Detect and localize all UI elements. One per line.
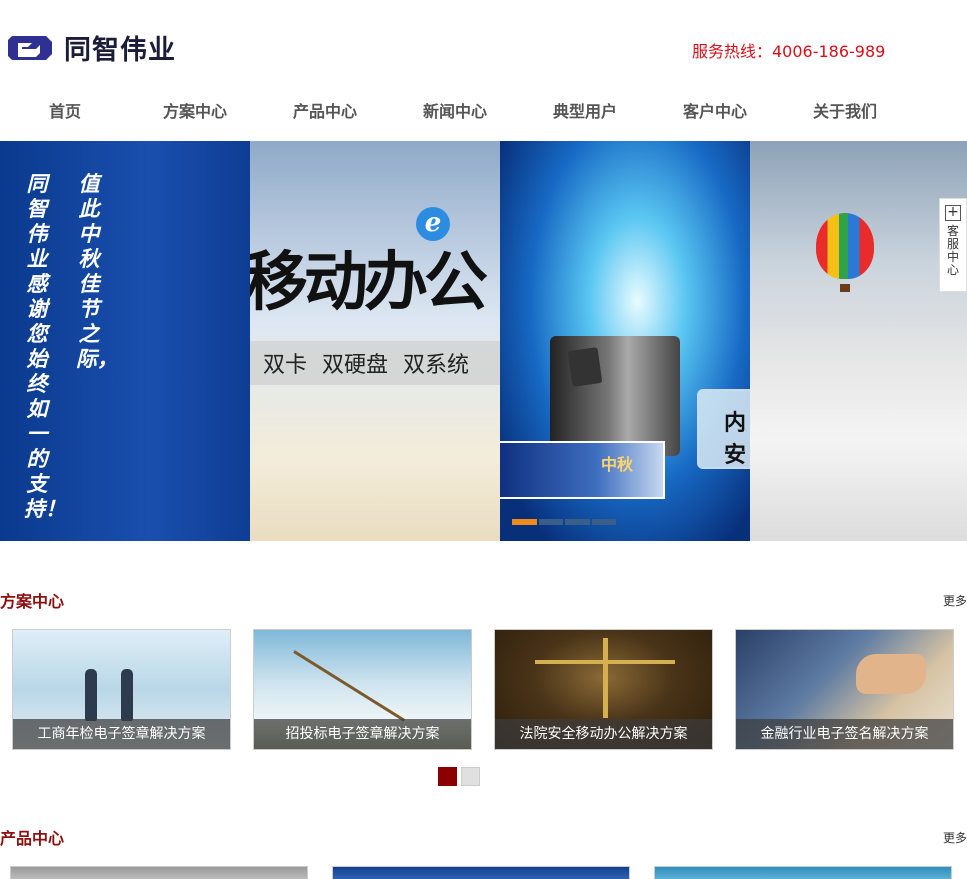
solution-caption: 招投标电子签章解决方案	[254, 719, 471, 749]
products-more-link[interactable]: 更多	[943, 829, 967, 846]
hero-banner[interactable]: 同智伟业感谢您始终如一的支持！ 值此中秋佳节之际， 移动办公 e 双卡 双硬盘 …	[0, 141, 967, 541]
ie-icon: e	[416, 207, 450, 241]
slider-segment[interactable]	[512, 519, 537, 525]
tz-logo-icon	[8, 35, 52, 60]
banner-panel-mobile-office: 移动办公 e 双卡 双硬盘 双系统	[250, 141, 500, 541]
solution-caption: 工商年检电子签章解决方案	[13, 719, 230, 749]
scale-beam	[535, 660, 675, 664]
solution-card[interactable]: 法院安全移动办公解决方案	[494, 629, 713, 750]
banner-panel-balloon	[750, 141, 967, 541]
brand-name: 同智伟业	[64, 35, 176, 66]
product-card[interactable]	[654, 866, 952, 879]
person-figure	[85, 669, 97, 721]
side-text-line: 安	[724, 443, 747, 468]
nav-item-typical-users[interactable]: 典型用户	[520, 95, 650, 131]
site-logo[interactable]: 同智伟业	[6, 28, 176, 67]
solution-caption: 法院安全移动办公解决方案	[495, 719, 712, 749]
handshake-image	[856, 654, 926, 694]
slider-segment[interactable]	[538, 519, 563, 525]
solutions-section-header: 方案中心 更多	[0, 588, 967, 612]
nav-item-customer-center[interactable]: 客户中心	[650, 95, 780, 131]
solution-card[interactable]: 招投标电子签章解决方案	[253, 629, 472, 750]
site-header: 同智伟业 服务热线：4006-186-989	[0, 0, 967, 95]
solution-card[interactable]: 工商年检电子签章解决方案	[12, 629, 231, 750]
nav-item-solutions[interactable]: 方案中心	[130, 95, 260, 131]
arrow-image	[293, 650, 406, 722]
solutions-more-link[interactable]: 更多	[943, 592, 967, 609]
mid-autumn-thumbnail[interactable]: 中秋	[500, 441, 665, 499]
mobile-office-title: 移动办公	[250, 246, 488, 320]
slider-segment[interactable]	[565, 519, 590, 525]
person-figure	[121, 669, 133, 721]
feature-item: 双硬盘	[322, 353, 389, 378]
plus-icon[interactable]: +	[945, 205, 961, 221]
thumbnail-text: 中秋	[600, 455, 633, 474]
product-card[interactable]	[332, 866, 630, 879]
solution-caption: 金融行业电子签名解决方案	[736, 719, 953, 749]
customer-service-label: 客服中心	[946, 224, 959, 277]
phone-image	[567, 347, 603, 387]
nav-item-about-us[interactable]: 关于我们	[780, 95, 910, 131]
solutions-card-list: 工商年检电子签章解决方案 招投标电子签章解决方案 法院安全移动办公解决方案 金融…	[12, 629, 954, 750]
solutions-pager	[438, 767, 480, 786]
banner-panel-greeting: 同智伟业感谢您始终如一的支持！ 值此中秋佳节之际，	[0, 141, 250, 541]
greeting-text-right: 同智伟业感谢您始终如一的支持！	[24, 171, 66, 521]
hot-air-balloon-image	[816, 213, 874, 279]
nav-item-news[interactable]: 新闻中心	[390, 95, 520, 131]
solution-card[interactable]: 金融行业电子签名解决方案	[735, 629, 954, 750]
nav-item-products[interactable]: 产品中心	[260, 95, 390, 131]
slider-segment[interactable]	[591, 519, 616, 525]
feature-item: 双系统	[403, 353, 470, 378]
scale-pole	[603, 638, 608, 718]
nav-item-home[interactable]: 首页	[0, 95, 130, 131]
pager-dot-2[interactable]	[461, 767, 480, 786]
greeting-text-left: 值此中秋佳节之际，	[76, 171, 118, 371]
hotline-text: 服务热线：4006-186-989	[692, 42, 886, 61]
products-card-list	[10, 866, 952, 879]
feature-item: 双卡	[263, 353, 308, 378]
products-title: 产品中心	[0, 829, 65, 848]
side-text-line: 内	[724, 411, 747, 436]
balloon-basket	[840, 284, 850, 292]
product-card[interactable]	[10, 866, 308, 879]
pager-dot-1[interactable]	[438, 767, 457, 786]
slider-indicator	[512, 519, 616, 525]
main-nav: 首页 方案中心 产品中心 新闻中心 典型用户 客户中心 关于我们	[0, 95, 967, 131]
banner-panel-device: 内 安 中秋	[500, 141, 750, 541]
solutions-title: 方案中心	[0, 592, 65, 611]
feature-strip: 双卡 双硬盘 双系统	[250, 341, 500, 385]
products-section-header: 产品中心 更多	[0, 825, 967, 849]
customer-service-widget[interactable]: + 客服中心	[939, 198, 967, 292]
